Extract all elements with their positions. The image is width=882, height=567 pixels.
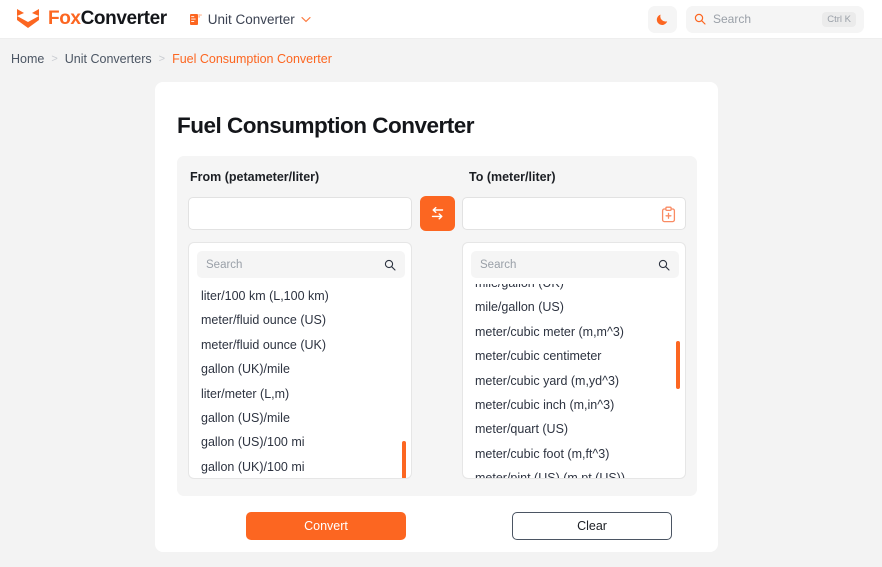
to-unit-item[interactable]: meter/quart (US) (463, 417, 685, 441)
breadcrumb-item-home[interactable]: Home (11, 52, 44, 66)
search-icon (658, 259, 670, 271)
value-inputs-row (177, 196, 697, 231)
to-list-scrollbar[interactable] (676, 341, 680, 389)
from-unit-item[interactable]: liter/100 km (L,100 km) (189, 284, 411, 308)
to-unit-listbox: Search mile/gallon (UK)mile/gallon (US)m… (462, 242, 686, 479)
moon-icon (656, 14, 667, 25)
chevron-down-icon (301, 16, 311, 22)
app-header: FoxConverter Unit Converter Search Ctrl … (0, 0, 882, 39)
to-value-input[interactable] (463, 198, 685, 229)
to-unit-item[interactable]: meter/pint (US) (m,pt (US)) (463, 466, 685, 478)
to-value-wrapper (462, 197, 686, 230)
copy-to-clipboard-button[interactable] (659, 205, 678, 224)
breadcrumb-separator: > (51, 53, 58, 65)
to-unit-list[interactable]: mile/gallon (UK)mile/gallon (US)meter/cu… (463, 284, 685, 478)
search-icon (384, 259, 396, 271)
global-search-box[interactable]: Search Ctrl K (686, 5, 864, 33)
breadcrumb-item-unit-converters[interactable]: Unit Converters (65, 52, 152, 66)
search-shortcut-badge: Ctrl K (822, 11, 856, 27)
to-field-label: To (meter/liter) (469, 170, 556, 184)
from-field-label: From (petameter/liter) (190, 170, 320, 184)
from-unit-item[interactable]: meter/fluid ounce (US) (189, 308, 411, 332)
page-title: Fuel Consumption Converter (177, 113, 475, 138)
from-list-scrollbar[interactable] (402, 441, 406, 478)
header-actions: Search Ctrl K (648, 5, 864, 33)
converter-panel: From (petameter/liter) To (meter/liter) (177, 156, 697, 496)
to-unit-item[interactable]: meter/cubic centimeter (463, 344, 685, 368)
to-unit-item[interactable]: meter/cubic yard (m,yd^3) (463, 369, 685, 393)
from-unit-item[interactable]: meter/fluid ounce (UK) (189, 333, 411, 357)
to-unit-search[interactable]: Search (471, 251, 679, 278)
global-search-placeholder: Search (713, 12, 752, 26)
swap-units-button[interactable] (420, 196, 455, 231)
breadcrumb-separator: > (158, 53, 166, 65)
from-unit-listbox: Search liter/100 km (L,100 km) meter/flui… (188, 242, 412, 479)
from-unit-item[interactable]: liter/meter (L,m) (189, 382, 411, 406)
clipboard-plus-icon (661, 206, 676, 223)
breadcrumb: Home > Unit Converters > Fuel Consumptio… (11, 52, 332, 66)
to-unit-item[interactable]: meter/cubic foot (m,ft^3) (463, 442, 685, 466)
swap-arrows-icon (431, 206, 444, 220)
from-value-wrapper (188, 197, 412, 230)
from-unit-item[interactable]: gallon (UK)/100 mi (189, 455, 411, 478)
from-unit-item[interactable]: gallon (US)/100 mi (189, 430, 411, 454)
brand-name: FoxConverter (48, 8, 167, 30)
brand-name-first: Fox (48, 8, 81, 29)
ruler-icon (189, 13, 202, 25)
to-unit-item[interactable]: meter/cubic inch (m,in^3) (463, 393, 685, 417)
theme-toggle-button[interactable] (648, 5, 677, 33)
to-unit-item[interactable]: meter/cubic meter (m,m^3) (463, 320, 685, 344)
from-unit-item[interactable]: gallon (UK)/mile (189, 357, 411, 381)
to-unit-item[interactable]: mile/gallon (US) (463, 295, 685, 319)
fox-logo-icon (17, 9, 39, 28)
from-unit-item[interactable]: gallon (US)/mile (189, 406, 411, 430)
search-icon (694, 13, 706, 25)
action-buttons-row: Convert Clear (177, 512, 697, 540)
brand-name-second: Converter (80, 8, 168, 29)
nav-unit-converter[interactable]: Unit Converter (189, 12, 311, 27)
breadcrumb-item-current: Fuel Consumption Converter (172, 52, 332, 66)
brand-logo-link[interactable]: FoxConverter (15, 7, 167, 31)
from-unit-list[interactable]: liter/100 km (L,100 km) meter/fluid ounce… (189, 284, 411, 478)
clear-button[interactable]: Clear (512, 512, 672, 540)
convert-button[interactable]: Convert (246, 512, 406, 540)
to-unit-search-placeholder: Search (480, 258, 517, 271)
from-unit-search-placeholder: Search (206, 258, 243, 271)
from-unit-search[interactable]: Search (197, 251, 405, 278)
to-unit-item[interactable]: mile/gallon (UK) (463, 284, 685, 295)
from-value-input[interactable] (189, 198, 411, 229)
nav-unit-converter-label: Unit Converter (207, 11, 295, 27)
converter-card: Fuel Consumption Converter From (petamet… (155, 82, 718, 552)
